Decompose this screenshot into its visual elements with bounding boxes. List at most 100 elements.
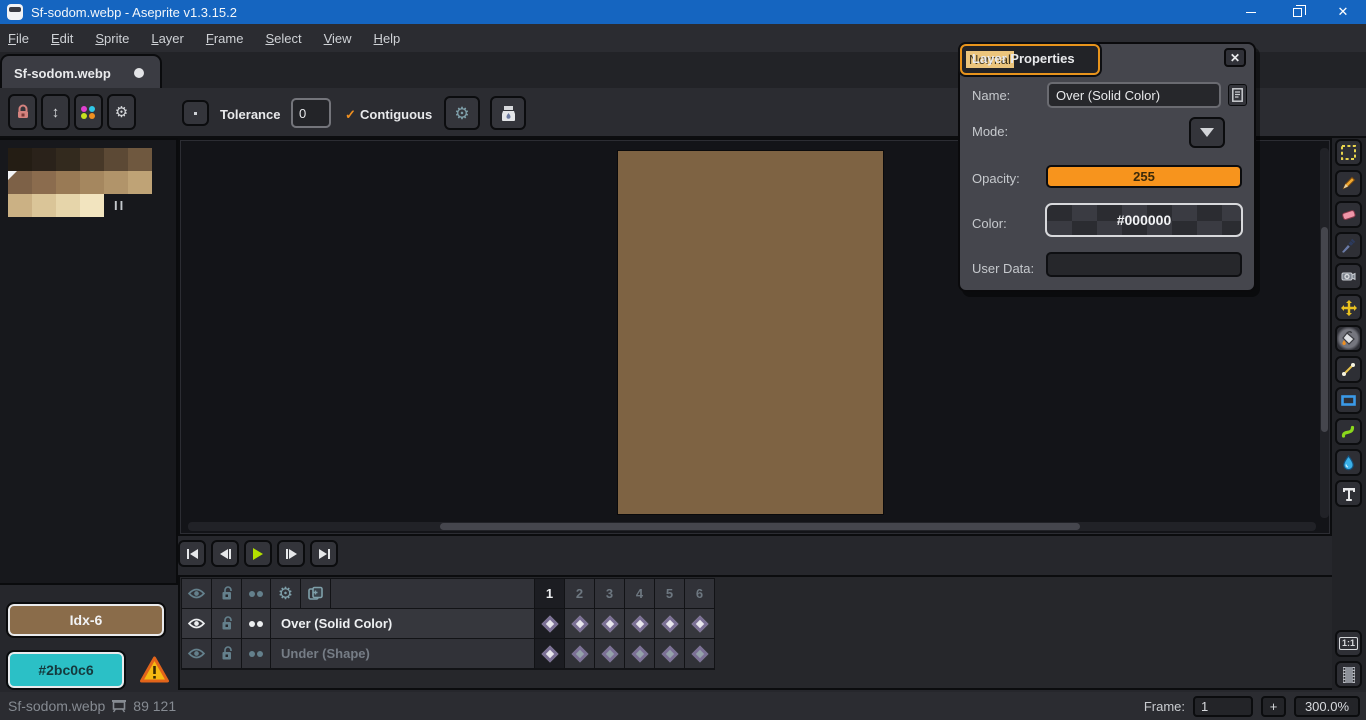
layer-visibility-toggle[interactable] [182,639,211,668]
ink-options-button[interactable] [490,96,526,130]
frame-number-5[interactable]: 5 [655,579,684,608]
timeline-zoom-button[interactable]: 1:1 [1335,630,1362,657]
palette-lock-button[interactable] [8,94,37,130]
layer-name-cell[interactable]: Under (Shape) [271,639,534,668]
palette-swatch[interactable] [80,148,104,171]
palette-sort-button[interactable]: ↕ [41,94,70,130]
layer-name-cell[interactable]: Over (Solid Color) [271,609,534,638]
menu-item-layer[interactable]: Layer [151,31,184,46]
palette-swatch[interactable] [56,171,80,194]
frame-input[interactable]: 1 [1193,696,1253,717]
layer-name-input[interactable]: Over (Solid Color) [1047,82,1221,108]
tool-paint-bucket[interactable] [1335,325,1362,352]
cel-layer0-frame4[interactable] [625,609,654,638]
cel-layer1-frame5[interactable] [655,639,684,668]
foreground-index-button[interactable]: Idx-6 [6,602,166,638]
cel-layer1-frame6[interactable] [685,639,714,668]
play-button[interactable] [244,540,272,567]
palette-presets-button[interactable] [74,94,103,130]
palette-swatch[interactable] [80,194,104,217]
background-hex-button[interactable]: #2bc0c6 [6,650,126,690]
tool-zoom[interactable] [1335,263,1362,290]
all-layers-lock-toggle[interactable] [212,579,241,608]
opacity-slider[interactable]: 255 [1046,165,1242,188]
palette-swatch[interactable] [8,148,32,171]
sprite-canvas[interactable] [617,150,884,515]
layer-color-button[interactable]: #000000 [1045,203,1243,237]
palette-swatch[interactable] [56,194,80,217]
tool-move[interactable] [1335,294,1362,321]
menu-item-file[interactable]: File [8,31,29,46]
tab-modified-dot-icon[interactable] [134,68,144,78]
tool-eyedropper[interactable] [1335,232,1362,259]
document-tab[interactable]: Sf-sodom.webp [0,54,162,90]
tool-text[interactable] [1335,480,1362,507]
dialog-close-button[interactable]: ✕ [1224,48,1246,67]
palette-swatch[interactable] [104,148,128,171]
minimize-button[interactable] [1228,0,1274,24]
cel-layer1-frame1[interactable] [535,639,564,668]
palette-swatch[interactable] [32,148,56,171]
restore-button[interactable] [1274,0,1320,24]
cel-layer0-frame1[interactable] [535,609,564,638]
menu-item-select[interactable]: Select [265,31,301,46]
layer-lock-toggle[interactable] [212,609,241,638]
palette-swatch[interactable] [8,171,32,194]
palette-swatch[interactable] [128,171,152,194]
warning-icon[interactable] [139,655,170,685]
palette-swatch[interactable] [128,148,152,171]
cel-layer1-frame4[interactable] [625,639,654,668]
palette-swatch[interactable] [8,194,32,217]
tool-line[interactable] [1335,356,1362,383]
cel-layer0-frame2[interactable] [565,609,594,638]
user-data-input[interactable] [1046,252,1242,277]
horizontal-scrollbar-thumb[interactable] [440,523,1080,530]
frame-number-6[interactable]: 6 [685,579,714,608]
zoom-level[interactable]: 300.0% [1294,696,1360,717]
timeline-settings-button[interactable]: ⚙ [271,579,300,608]
tool-contour[interactable] [1335,418,1362,445]
vertical-scrollbar[interactable] [1320,148,1329,518]
frame-number-1[interactable]: 1 [535,579,564,608]
horizontal-scrollbar[interactable] [188,522,1316,531]
new-layer-menu-button[interactable] [301,579,330,608]
layer-continuous-toggle[interactable] [242,639,270,668]
tool-options-button[interactable]: ⚙ [444,96,480,130]
close-button[interactable]: ✕ [1320,0,1366,24]
menu-item-edit[interactable]: Edit [51,31,73,46]
all-layers-continuous-toggle[interactable] [242,579,270,608]
palette-swatch[interactable] [80,171,104,194]
layer-visibility-toggle[interactable] [182,609,211,638]
cel-layer1-frame2[interactable] [565,639,594,668]
palette-swatch[interactable] [32,194,56,217]
cel-layer0-frame3[interactable] [595,609,624,638]
blend-mode-dropdown-button[interactable] [1189,117,1225,148]
tool-rectangular-marquee[interactable] [1335,139,1362,166]
menu-item-frame[interactable]: Frame [206,31,244,46]
vertical-scrollbar-thumb[interactable] [1321,227,1328,432]
palette-swatch[interactable] [56,148,80,171]
menu-item-view[interactable]: View [324,31,352,46]
palette-swatch[interactable] [32,171,56,194]
first-frame-button[interactable] [178,540,206,567]
contiguous-checkbox[interactable]: ✓ [345,107,356,123]
layer-lock-toggle[interactable] [212,639,241,668]
menu-item-help[interactable]: Help [374,31,401,46]
cel-layer1-frame3[interactable] [595,639,624,668]
frame-number-3[interactable]: 3 [595,579,624,608]
tolerance-input[interactable]: 0 [291,98,331,128]
previous-frame-button[interactable] [211,540,239,567]
palette-options-button[interactable]: ⚙ [107,94,136,130]
menu-item-sprite[interactable]: Sprite [95,31,129,46]
tool-blur[interactable] [1335,449,1362,476]
frame-number-2[interactable]: 2 [565,579,594,608]
tool-rectangle[interactable] [1335,387,1362,414]
add-frame-button[interactable]: + [1261,696,1286,717]
frame-number-4[interactable]: 4 [625,579,654,608]
cel-layer0-frame6[interactable] [685,609,714,638]
timeline-options-button[interactable] [1335,661,1362,688]
next-frame-button[interactable] [277,540,305,567]
brush-size-button[interactable] [182,100,209,126]
palette-swatch[interactable] [104,171,128,194]
cel-layer0-frame5[interactable] [655,609,684,638]
